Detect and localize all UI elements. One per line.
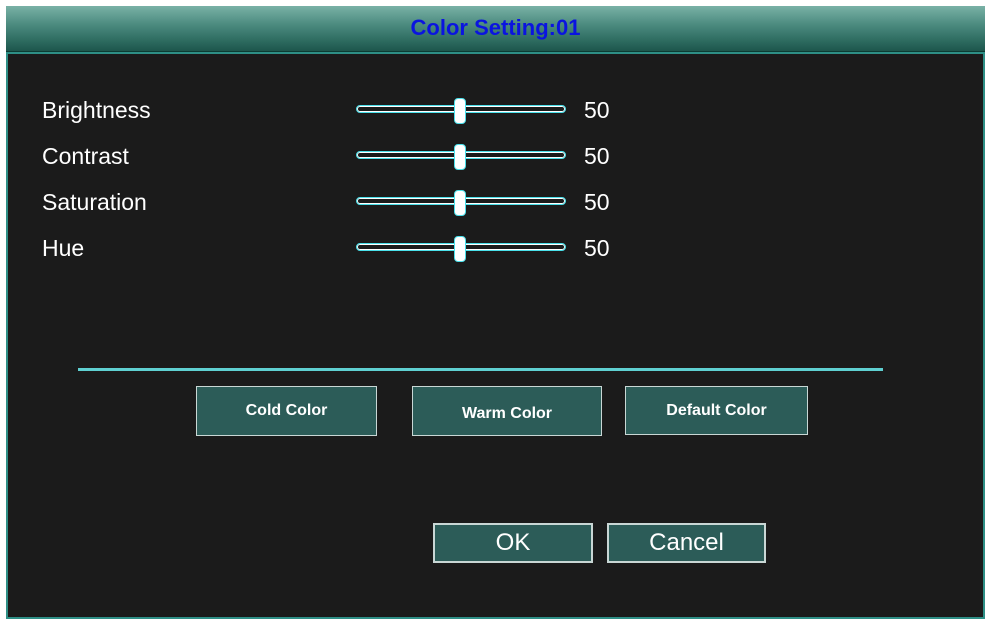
dialog-title-bar[interactable]: Color Setting:01 [6, 6, 985, 52]
saturation-label: Saturation [42, 189, 147, 215]
cold-color-button[interactable]: Cold Color [196, 386, 377, 436]
contrast-label: Contrast [42, 143, 129, 169]
slider-thumb[interactable] [454, 144, 466, 170]
slider-thumb[interactable] [454, 98, 466, 124]
brightness-value: 50 [584, 97, 610, 123]
color-setting-dialog: Color Setting:01 Brightness 50 Contrast … [6, 6, 985, 619]
saturation-value: 50 [584, 189, 610, 215]
slider-thumb[interactable] [454, 190, 466, 216]
dialog-title: Color Setting:01 [410, 15, 581, 40]
hue-label: Hue [42, 235, 85, 261]
contrast-value: 50 [584, 143, 610, 169]
default-color-button[interactable]: Default Color [625, 386, 808, 435]
saturation-slider[interactable] [356, 190, 566, 216]
section-divider [78, 368, 883, 371]
hue-slider[interactable] [356, 236, 566, 262]
hue-value: 50 [584, 235, 610, 261]
brightness-label: Brightness [42, 97, 151, 123]
slider-thumb[interactable] [454, 236, 466, 262]
brightness-slider[interactable] [356, 98, 566, 124]
cancel-button[interactable]: Cancel [607, 523, 766, 563]
contrast-slider[interactable] [356, 144, 566, 170]
ok-button[interactable]: OK [433, 523, 593, 563]
warm-color-button[interactable]: Warm Color [412, 386, 602, 436]
